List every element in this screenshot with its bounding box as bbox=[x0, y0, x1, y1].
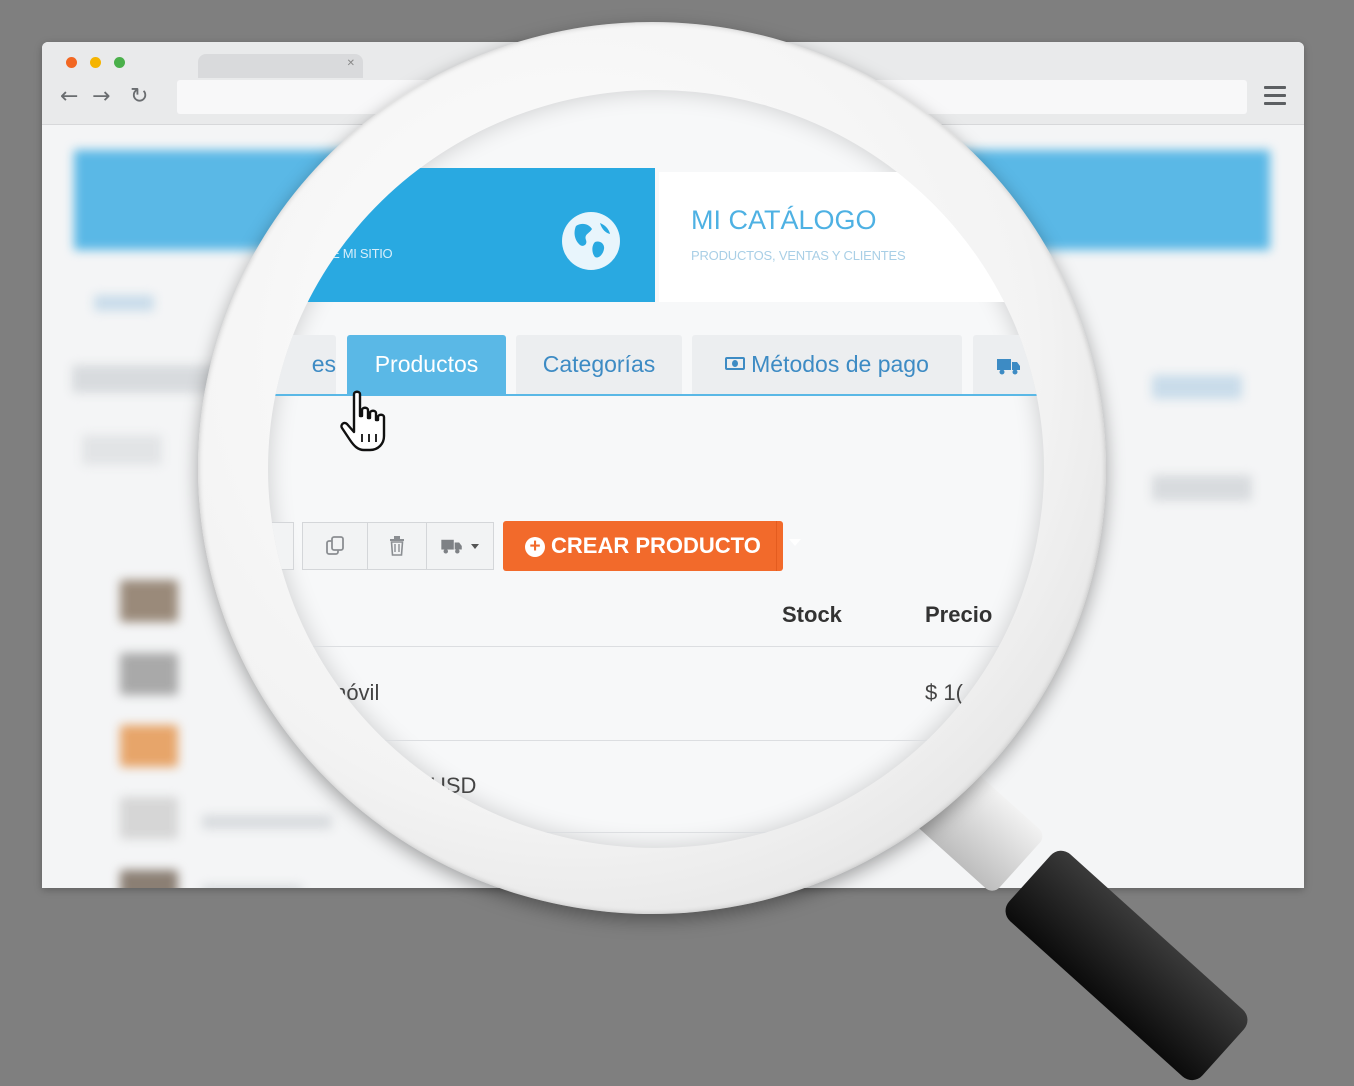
cash-icon bbox=[725, 357, 746, 371]
delete-button[interactable] bbox=[367, 522, 427, 570]
create-product-button[interactable]: + CREAR PRODUCTO bbox=[503, 521, 801, 571]
browser-tab[interactable]: ✕ bbox=[198, 54, 363, 78]
reload-icon[interactable]: ↻ bbox=[130, 84, 148, 109]
hand-cursor-icon bbox=[340, 390, 386, 452]
create-product-label: CREAR PRODUCTO bbox=[551, 533, 761, 558]
truck-icon bbox=[997, 358, 1020, 375]
trash-icon bbox=[390, 536, 404, 556]
plus-circle-icon: + bbox=[525, 537, 545, 557]
toolbar-button-partial[interactable] bbox=[268, 522, 294, 570]
globe-icon bbox=[562, 212, 620, 270]
truck-icon bbox=[440, 539, 462, 554]
site-panel-subtitle: DE MI SITIO bbox=[322, 246, 393, 261]
tab-metodos-de-pago[interactable]: Métodos de pago bbox=[692, 335, 962, 394]
table-row-divider bbox=[268, 740, 1044, 741]
close-window-dot[interactable] bbox=[66, 57, 77, 68]
tab-categorias-label: Categorías bbox=[542, 351, 656, 377]
table-row-name[interactable]: USD bbox=[430, 773, 476, 799]
catalog-panel[interactable] bbox=[659, 172, 1044, 302]
duplicate-button[interactable] bbox=[302, 522, 368, 570]
create-dropdown-caret[interactable] bbox=[789, 539, 801, 546]
column-header-stock[interactable]: Stock bbox=[782, 602, 842, 628]
forward-icon[interactable]: → bbox=[92, 84, 110, 109]
browser-menu-icon[interactable] bbox=[1264, 86, 1286, 110]
magnifier-lens: DE MI SITIO MI CATÁLOGO PRODUCTOS, VENTA… bbox=[268, 90, 1044, 848]
chevron-down-icon bbox=[471, 543, 480, 549]
copy-icon bbox=[326, 536, 344, 555]
back-icon[interactable]: ← bbox=[60, 84, 78, 109]
tab-productos[interactable]: Productos bbox=[347, 335, 506, 394]
catalog-subtitle: PRODUCTOS, VENTAS Y CLIENTES bbox=[691, 248, 906, 263]
catalog-title: MI CATÁLOGO bbox=[691, 205, 877, 235]
tab-envios[interactable] bbox=[973, 335, 1044, 394]
tab-metodos-label: Métodos de pago bbox=[751, 351, 929, 377]
column-header-precio[interactable]: Precio bbox=[925, 602, 992, 628]
close-tab-icon[interactable]: ✕ bbox=[347, 58, 355, 69]
tab-categorias[interactable]: Categorías bbox=[516, 335, 682, 394]
table-row-divider bbox=[268, 832, 808, 833]
tab-clientes-label: es bbox=[311, 351, 336, 377]
table-row-price: $ 1( bbox=[925, 680, 963, 705]
split-divider bbox=[776, 521, 777, 571]
table-header-divider bbox=[268, 646, 1044, 647]
minimize-window-dot[interactable] bbox=[90, 57, 101, 68]
tab-clientes[interactable]: es bbox=[268, 335, 336, 394]
shipping-dropdown-button[interactable] bbox=[426, 522, 494, 570]
tab-productos-label: Productos bbox=[374, 351, 479, 377]
table-row-name[interactable]: móvil bbox=[328, 680, 379, 706]
maximize-window-dot[interactable] bbox=[114, 57, 125, 68]
